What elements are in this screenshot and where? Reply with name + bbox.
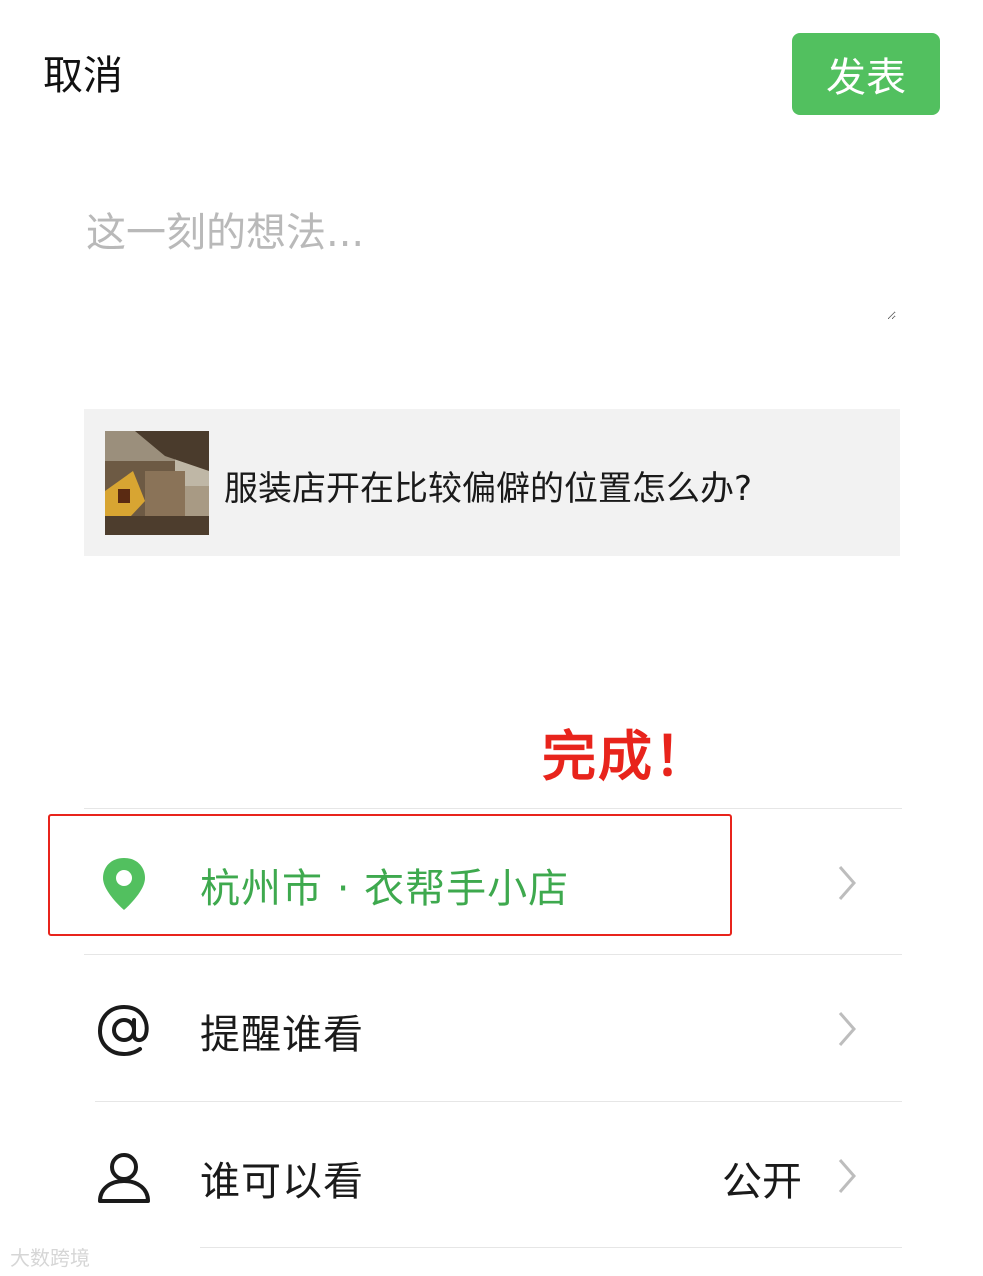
chevron-right-icon: [836, 863, 858, 907]
chevron-right-icon: [836, 1009, 858, 1053]
mention-label: 提醒谁看: [200, 1012, 364, 1058]
watermark: 大数跨境: [10, 1246, 90, 1270]
done-annotation: 完成！: [542, 725, 710, 788]
cancel-button[interactable]: 取消: [43, 46, 123, 106]
location-label: 杭州市 · 衣帮手小店: [200, 866, 570, 912]
link-thumbnail: [105, 431, 209, 535]
location-row[interactable]: 杭州市 · 衣帮手小店: [84, 809, 902, 954]
chevron-right-icon: [836, 1156, 858, 1200]
moments-compose-screen: 取消 发表 服装店开在比较偏僻的位置怎么办? 完成！: [0, 0, 983, 1276]
at-sign-icon: [96, 1002, 152, 1058]
divider: [200, 1247, 902, 1248]
link-title: 服装店开在比较偏僻的位置怎么办?: [224, 469, 753, 509]
publish-button[interactable]: 发表: [792, 33, 940, 115]
shared-link-card[interactable]: 服装店开在比较偏僻的位置怎么办?: [84, 409, 900, 556]
mention-row[interactable]: 提醒谁看: [84, 955, 902, 1100]
visibility-value: 公开: [722, 1159, 802, 1205]
location-pin-icon: [96, 856, 152, 912]
visibility-row[interactable]: 谁可以看 公开: [84, 1102, 902, 1247]
person-icon: [96, 1149, 152, 1205]
thought-input[interactable]: [86, 200, 896, 320]
visibility-label: 谁可以看: [200, 1159, 364, 1205]
